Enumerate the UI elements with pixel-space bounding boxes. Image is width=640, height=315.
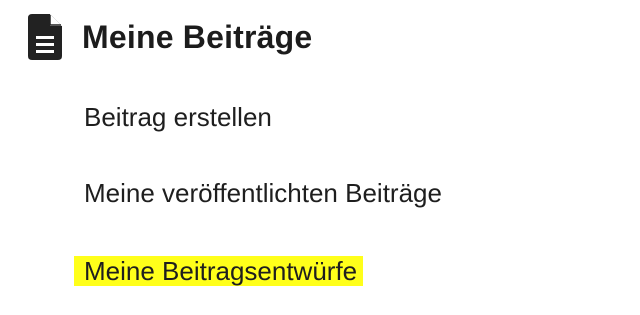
menu-item-draft-posts[interactable]: Meine Beitragsentwürfe bbox=[74, 254, 364, 288]
menu-item-label: Meine veröffentlichten Beiträge bbox=[84, 178, 442, 208]
menu-item-label-highlighted: Meine Beitragsentwürfe bbox=[74, 256, 364, 286]
menu-header: Meine Beiträge bbox=[28, 14, 312, 60]
menu-item-create-post[interactable]: Beitrag erstellen bbox=[84, 100, 272, 134]
menu-title: Meine Beiträge bbox=[82, 18, 313, 55]
menu-item-label: Beitrag erstellen bbox=[84, 102, 272, 132]
document-icon bbox=[28, 14, 64, 60]
my-posts-menu: Meine Beiträge Beitrag erstellen Meine v… bbox=[0, 0, 640, 315]
menu-item-published-posts[interactable]: Meine veröffentlichten Beiträge bbox=[84, 176, 442, 210]
